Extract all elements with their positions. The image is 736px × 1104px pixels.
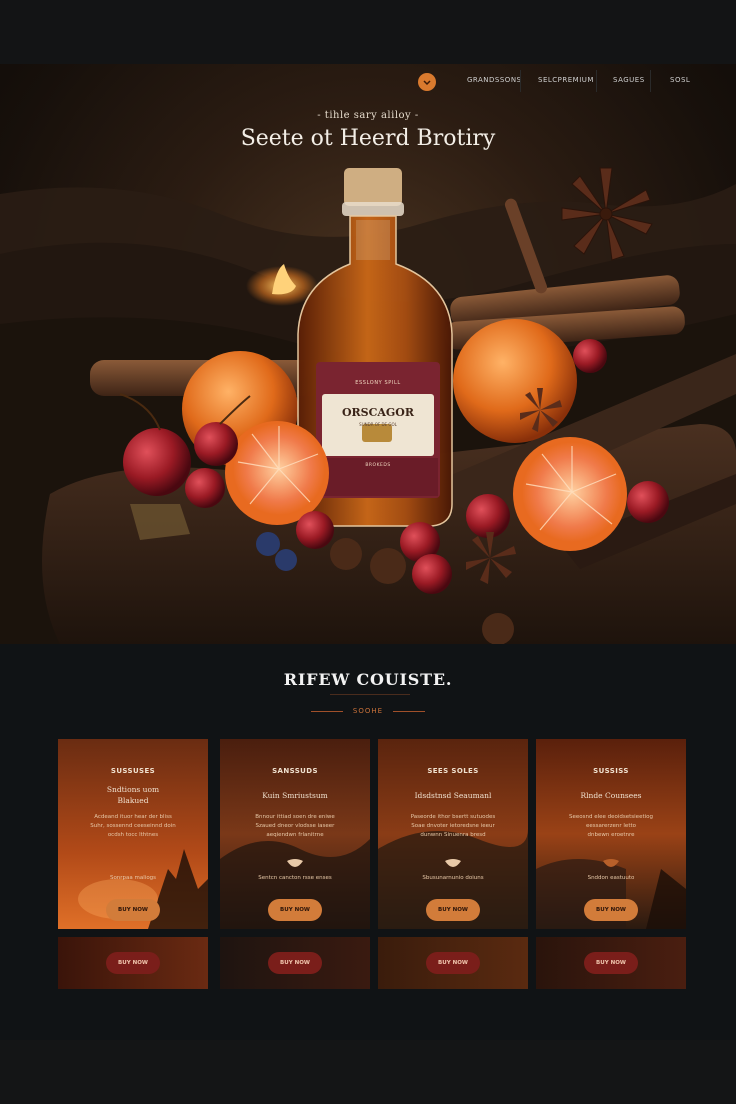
card-description: Paseorde ithor bsertt sutuodes Soae dnvo… xyxy=(392,813,514,840)
card-note: Sentcn cancton rsse enses xyxy=(258,875,332,881)
buy-now-button[interactable]: BUY NOW xyxy=(268,899,322,921)
hero-eyebrow: - tihle sary aliloy - xyxy=(317,110,419,121)
buy-now-button[interactable]: BUY NOW xyxy=(426,899,480,921)
buy-now-button[interactable]: BUY NOW xyxy=(584,899,638,921)
hero-product-scene xyxy=(0,167,736,644)
nav-divider xyxy=(650,70,651,92)
card-desc-line: Seeosnd elee deoidsetsieetiog xyxy=(568,814,653,820)
secondary-product-strip: BUY NOW BUY NOW BUY NOW BUY NOW xyxy=(58,937,686,989)
strip-card-3[interactable]: BUY NOW xyxy=(378,937,528,989)
nav-divider xyxy=(596,70,597,92)
section-subtitle-row: SOOHE xyxy=(0,704,736,718)
drink-icon xyxy=(445,859,461,867)
collection-section: RIFEW COUISTE. SOOHE SUSSUSES Sndtions u… xyxy=(0,644,736,1040)
card-subtitle: Kuin Smriustsum xyxy=(262,791,328,800)
nav-item-3[interactable]: SAGUES xyxy=(613,76,645,84)
card-name: SANSSUDS xyxy=(272,767,318,775)
card-subtitle: Rlnde Counsees xyxy=(580,791,642,800)
buy-now-button[interactable]: BUY NOW xyxy=(426,952,480,974)
card-desc-line: Soae dnvoter ietoredsne ieeur xyxy=(411,823,495,829)
card-desc-line: Acdeand ituor hear der bliss xyxy=(94,814,172,820)
bottle-label-small: SUNDR OF DE GOL xyxy=(359,422,397,427)
card-description: Bnnour ittiad soen dre eniwe Szaued dneo… xyxy=(234,813,356,840)
card-note: Sonrpaa maliogs xyxy=(109,875,157,881)
hero-title: Seete ot Heerd Brotiry xyxy=(240,126,496,151)
nav-item-2[interactable]: SELCPREMIUM xyxy=(538,76,594,84)
subtitle-line-right xyxy=(393,710,426,712)
card-desc-line: eessarerzenr letto xyxy=(585,823,636,829)
card-name: SEES SOLES xyxy=(427,767,479,775)
card-name: SUSSUSES xyxy=(110,767,156,775)
drink-icon xyxy=(287,859,303,867)
buy-now-button[interactable]: BUY NOW xyxy=(106,952,160,974)
card-desc-line: aeqiendwn frlanitrne xyxy=(266,832,324,838)
nav-item-4[interactable]: SOSL xyxy=(670,76,690,84)
bottle-label-name: ORSCAGOR xyxy=(341,406,415,419)
card-subtitle-2: Blakued xyxy=(117,796,149,805)
card-note: Sbusunarnunio doiuns xyxy=(422,875,484,881)
card-description: Acdeand ituor hear der bliss Suhr, sosse… xyxy=(72,813,194,840)
top-navigation: GRANDSSONS SELCPREMIUM SAGUES SOSL xyxy=(0,64,736,98)
product-card-1[interactable]: SUSSUSES Sndtions uom Blakued Acdeand it… xyxy=(58,739,208,929)
strip-card-4[interactable]: BUY NOW xyxy=(536,937,686,989)
strip-card-2[interactable]: BUY NOW xyxy=(220,937,370,989)
product-card-2[interactable]: SANSSUDS Kuin Smriustsum Bnnour ittiad s… xyxy=(220,739,370,929)
drink-icon xyxy=(603,859,619,867)
bottle-label: ESSLONY SPILL ORSCAGOR SUNDR OF DE GOL B… xyxy=(322,366,434,496)
card-desc-line: Paseorde ithor bsertt sutuodes xyxy=(410,814,496,820)
top-frame xyxy=(0,0,736,64)
buy-now-button[interactable]: BUY NOW xyxy=(584,952,638,974)
card-name: SUSSISS xyxy=(593,767,629,775)
hero-section: - tihle sary aliloy - Seete ot Heerd Bro… xyxy=(0,64,736,644)
section-title: RIFEW COUISTE. xyxy=(283,670,453,689)
card-subtitle: Idsdstnsd Seaumanl xyxy=(414,791,492,800)
card-note: Snddon eastuuto xyxy=(587,875,635,881)
brand-logo-icon[interactable] xyxy=(418,73,436,91)
buy-now-button[interactable]: BUY NOW xyxy=(106,899,160,921)
strip-card-1[interactable]: BUY NOW xyxy=(58,937,208,989)
nav-item-1[interactable]: GRANDSSONS xyxy=(467,76,522,84)
card-desc-line: Suhr, sossennd ceeseinnd doin xyxy=(90,823,176,829)
bottle-label-bottom: BROKEDS xyxy=(365,463,391,468)
product-card-3[interactable]: SEES SOLES Idsdstnsd Seaumanl Paseorde i… xyxy=(378,739,528,929)
web-page: - tihle sary aliloy - Seete ot Heerd Bro… xyxy=(0,64,736,1040)
card-desc-line: ocdsh tocc lthtnes xyxy=(107,832,159,838)
nav-divider xyxy=(520,70,521,92)
card-desc-line: Szaued dneor vlodsse iaseer xyxy=(255,823,335,829)
title-divider xyxy=(330,694,410,695)
subtitle-line-left xyxy=(310,710,343,712)
card-desc-line: Bnnour ittiad soen dre eniwe xyxy=(255,814,335,820)
bottle-label-top: ESSLONY SPILL xyxy=(355,380,401,386)
section-subtitle: SOOHE xyxy=(352,707,384,715)
card-desc-line: dunwnn Sinuenra bresd xyxy=(420,832,486,838)
card-description: Seeosnd elee deoidsetsieetiog eessarerze… xyxy=(550,813,672,840)
product-cards: SUSSUSES Sndtions uom Blakued Acdeand it… xyxy=(58,739,686,929)
bottom-frame xyxy=(0,1040,736,1104)
product-card-4[interactable]: SUSSISS Rlnde Counsees Seeosnd elee deoi… xyxy=(536,739,686,929)
card-subtitle: Sndtions uom xyxy=(106,785,160,794)
card-desc-line: dnbewn eroetnre xyxy=(587,832,635,838)
buy-now-button[interactable]: BUY NOW xyxy=(268,952,322,974)
